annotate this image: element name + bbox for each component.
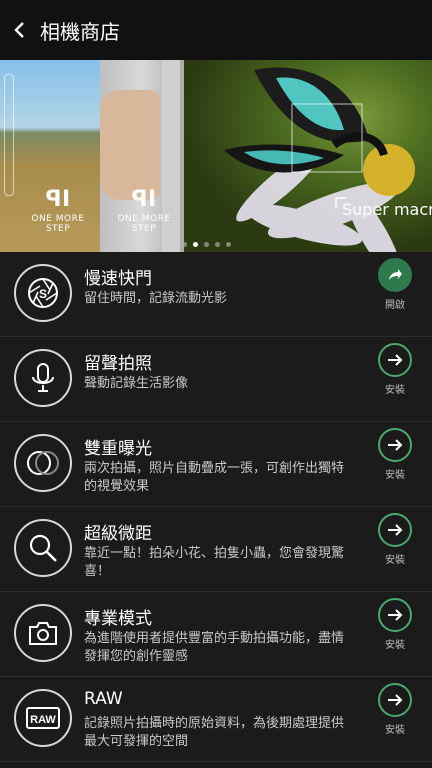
mode-item-super-macro[interactable]: 超級微距 靠近一點！拍朵小花、拍隻小蟲，您會發現驚喜！ 安裝 xyxy=(0,507,432,592)
camera-icon xyxy=(14,604,72,662)
action-label: 安裝 xyxy=(385,725,405,736)
share-arrow-icon xyxy=(389,269,402,280)
carousel-slide-hand[interactable]: ꟼI ONE MORE STEP xyxy=(100,60,184,252)
install-button[interactable] xyxy=(378,513,412,547)
arrow-right-icon xyxy=(388,694,403,706)
back-arrow-icon xyxy=(14,22,24,38)
open-button[interactable] xyxy=(378,258,412,292)
svg-text:S: S xyxy=(39,287,47,301)
mode-name: 雙重曝光 xyxy=(84,439,152,459)
mode-name: 留聲拍照 xyxy=(84,354,152,374)
install-button[interactable] xyxy=(378,598,412,632)
carousel-slide-landscape[interactable]: ꟼI ONE MORE STEP xyxy=(0,60,100,252)
action-label: 安裝 xyxy=(385,470,405,481)
mode-name: 超級微距 xyxy=(84,524,152,544)
butterfly-flower-graphic xyxy=(224,67,415,252)
install-button[interactable] xyxy=(378,683,412,717)
raw-icon: RAW xyxy=(14,689,72,747)
arrow-right-icon xyxy=(388,354,403,366)
mode-item-raw[interactable]: RAW RAW 記錄照片拍攝時的原始資料，為後期處理提供最大可發揮的空間 安裝 xyxy=(0,677,432,762)
mode-description: 靠近一點！拍朵小花、拍隻小蟲，您會發現驚喜！ xyxy=(84,546,345,579)
install-button[interactable] xyxy=(378,343,412,377)
arrow-right-icon xyxy=(388,439,403,451)
brand-mark: ꟼI ONE MORE STEP xyxy=(117,187,171,234)
pagination-dot-active[interactable] xyxy=(193,242,198,247)
mode-item-pro-mode[interactable]: 專業模式 為進階使用者提供豐富的手動拍攝功能，盡情發揮您的創作靈感 安裝 xyxy=(0,592,432,677)
aperture-icon: S xyxy=(14,264,72,322)
microphone-icon xyxy=(14,349,72,407)
mode-name: 慢速快門 xyxy=(84,269,152,289)
mode-description: 聲動記錄生活影像 xyxy=(84,376,189,391)
top-app-bar: 相機商店 xyxy=(0,0,432,60)
mode-item-slow-shutter[interactable]: S 慢速快門 留住時間，記錄流動光影 開啟 xyxy=(0,252,432,337)
brand-mark: ꟼI ONE MORE STEP xyxy=(31,187,85,234)
double-circle-icon xyxy=(14,434,72,492)
feature-carousel[interactable]: ꟼI ONE MORE STEP ꟼI ONE MORE STEP Super … xyxy=(0,60,432,252)
magnifier-icon xyxy=(14,519,72,577)
page-title: 相機商店 xyxy=(40,19,120,44)
carousel-slide-butterfly[interactable]: Super macr xyxy=(184,60,432,252)
carousel-pagination[interactable] xyxy=(182,242,231,247)
svg-text:RAW: RAW xyxy=(30,714,56,726)
arrow-right-icon xyxy=(388,524,403,536)
back-button[interactable] xyxy=(0,0,40,60)
action-label: 安裝 xyxy=(385,555,405,566)
mode-list: S 慢速快門 留住時間，記錄流動光影 開啟 留聲拍照 聲動記錄生活影像 安裝 雙… xyxy=(0,252,432,762)
hand-graphic xyxy=(100,90,160,200)
pagination-dot[interactable] xyxy=(215,242,220,247)
pagination-dot[interactable] xyxy=(182,242,187,247)
mode-item-double-exposure[interactable]: 雙重曝光 兩次拍攝，照片自動疊成一張，可創作出獨特的視覺效果 安裝 xyxy=(0,422,432,507)
action-label: 開啟 xyxy=(385,300,405,311)
mode-description: 留住時間，記錄流動光影 xyxy=(84,291,228,306)
action-label: 安裝 xyxy=(385,640,405,651)
mode-description: 為進階使用者提供豐富的手動拍攝功能，盡情發揮您的創作靈感 xyxy=(84,631,345,664)
arrow-right-icon xyxy=(388,609,403,621)
install-button[interactable] xyxy=(378,428,412,462)
mode-item-voice-photo[interactable]: 留聲拍照 聲動記錄生活影像 安裝 xyxy=(0,337,432,422)
pagination-dot[interactable] xyxy=(226,242,231,247)
mode-description: 兩次拍攝，照片自動疊成一張，可創作出獨特的視覺效果 xyxy=(84,461,345,494)
action-label: 安裝 xyxy=(385,385,405,396)
slide-caption: Super macr xyxy=(342,200,432,219)
slider-track-graphic xyxy=(4,74,14,196)
mode-name: 專業模式 xyxy=(84,609,152,629)
mode-name: RAW xyxy=(84,689,123,709)
pagination-dot[interactable] xyxy=(204,242,209,247)
mode-description: 記錄照片拍攝時的原始資料，為後期處理提供最大可發揮的空間 xyxy=(84,716,345,749)
